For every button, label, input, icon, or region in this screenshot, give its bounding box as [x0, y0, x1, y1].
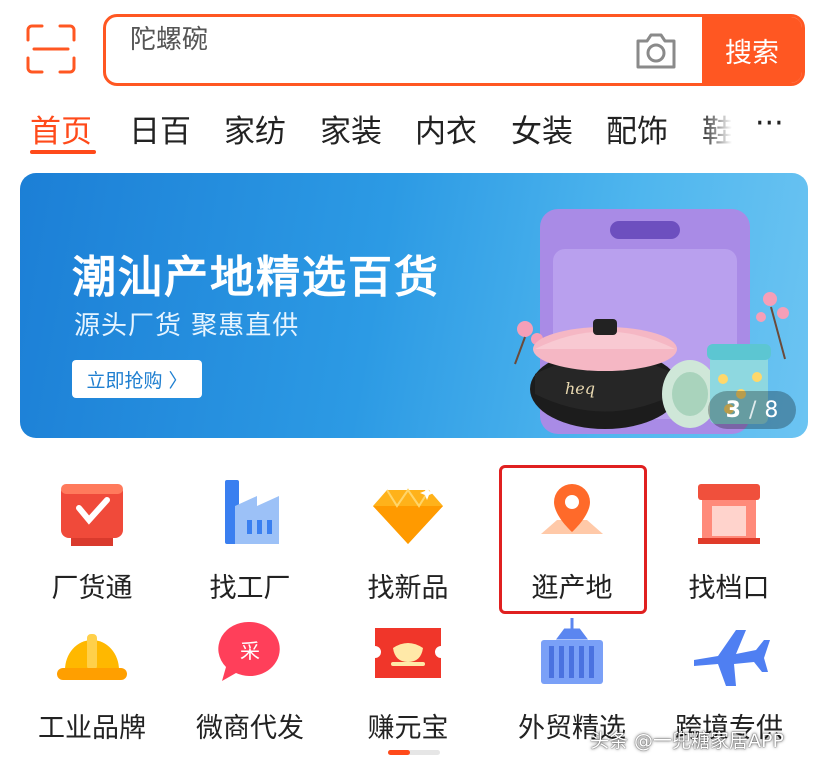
watermark: 头条 @一兜糖家居APP [590, 730, 784, 752]
page-current: 3 [725, 397, 741, 423]
grid-label: 赚元宝 [367, 713, 449, 744]
banner-buy-button[interactable]: 立即抢购 〉 [72, 360, 202, 398]
grid-item-industrial-brands[interactable]: 工业品牌 [13, 616, 171, 756]
search-button[interactable]: 搜索 [702, 17, 802, 83]
storefront-icon [698, 484, 760, 544]
grid-label: 厂货通 [51, 573, 133, 604]
grid-item-find-stall[interactable]: 找档口 [650, 476, 808, 616]
tab-accessories[interactable]: 配饰 [606, 106, 668, 151]
search-input[interactable]: 陀螺碗 搜索 [103, 14, 805, 86]
grid-item-find-factory[interactable]: 找工厂 [171, 476, 329, 616]
tab-home[interactable]: 首页 [30, 106, 92, 151]
grid-item-new-products[interactable]: 找新品 [329, 476, 487, 616]
grid-label: 找新品 [367, 573, 449, 604]
hard-hat-icon [57, 634, 127, 680]
tab-daily-goods[interactable]: 日百 [129, 106, 191, 151]
banner-subtitle: 源头厂货 聚惠直供 [74, 311, 300, 341]
grid-item-wechat-dropship[interactable]: 采 微商代发 [171, 616, 329, 756]
grid-item-earn-ingots[interactable]: 赚元宝 [329, 616, 487, 756]
page-separator: / [748, 397, 757, 423]
tab-home-textiles[interactable]: 家纺 [224, 106, 286, 151]
grid-page-indicator [388, 750, 440, 755]
page-total: 8 [764, 397, 779, 423]
promo-banner[interactable]: 潮汕产地精选百货 源头厂货 聚惠直供 立即抢购 〉 heq 3 / 8 [20, 173, 808, 438]
svg-text:采: 采 [240, 639, 260, 663]
scan-icon[interactable] [26, 24, 76, 74]
search-query-text: 陀螺碗 [130, 25, 209, 55]
camera-icon[interactable] [634, 31, 678, 71]
gold-ingot-ticket-icon [375, 628, 441, 678]
factory-building-icon [225, 480, 279, 544]
tab-underwear[interactable]: 内衣 [415, 106, 477, 151]
category-tabs: 首页 日百 家纺 家装 内衣 女装 配饰 鞋 ··· [0, 102, 828, 160]
grid-label: 工业品牌 [38, 713, 146, 744]
factory-goods-icon [61, 484, 123, 546]
tab-fade-overlay [700, 102, 740, 160]
banner-title: 潮汕产地精选百货 [72, 252, 440, 303]
svg-text:heq: heq [565, 379, 595, 398]
grid-page-indicator-active [388, 750, 410, 755]
chat-bubble-icon: 采 [218, 621, 280, 681]
grid-item-factory-goods[interactable]: 厂货通 [13, 476, 171, 616]
grid-label: 找工厂 [209, 573, 291, 604]
grid-label: 微商代发 [196, 713, 304, 744]
diamond-icon [373, 486, 443, 544]
highlight-box [499, 465, 647, 614]
tab-home-decor[interactable]: 家装 [320, 106, 382, 151]
tab-womens-wear[interactable]: 女装 [511, 106, 573, 151]
airplane-icon [694, 630, 770, 686]
more-categories-button[interactable]: ··· [755, 106, 784, 141]
shipping-container-icon [541, 618, 603, 684]
banner-page-indicator: 3 / 8 [708, 391, 796, 429]
tab-active-underline [30, 150, 96, 154]
grid-label: 找档口 [688, 573, 770, 604]
